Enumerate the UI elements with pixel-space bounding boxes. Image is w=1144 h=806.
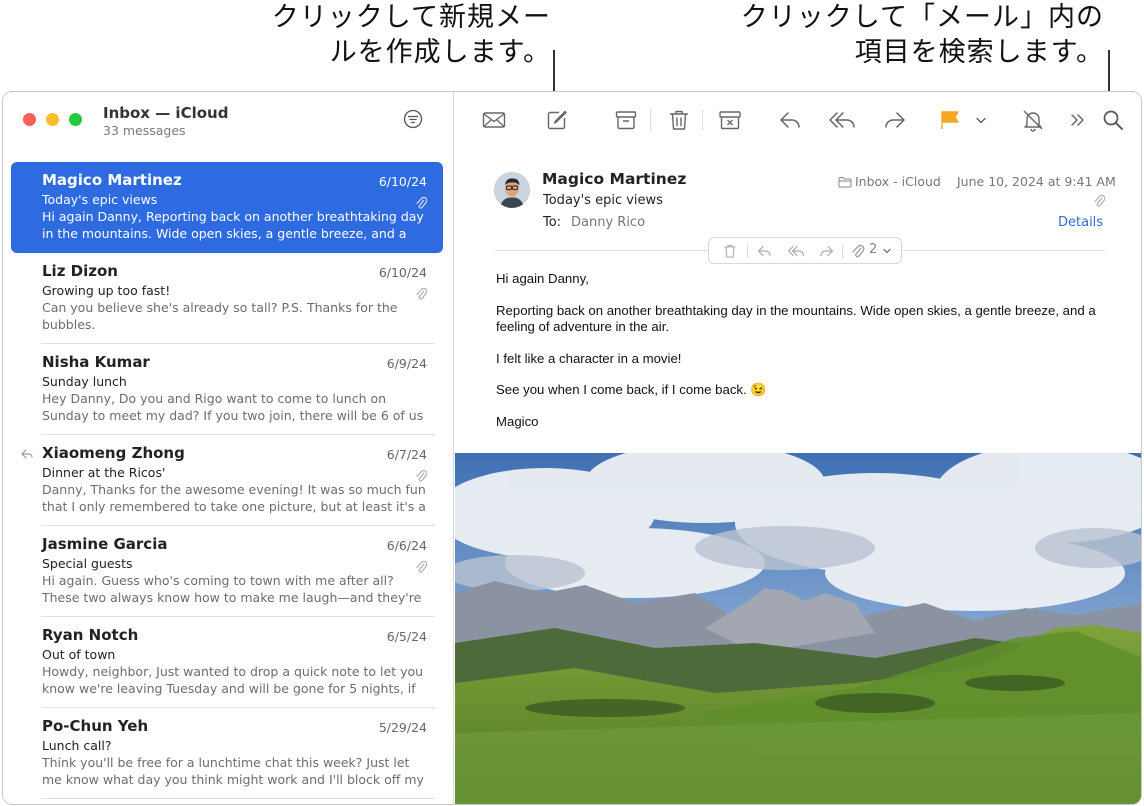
body-paragraph: See you when I come back, if I come back… [496,382,767,397]
callout-new-message-line2: ルを作成します。 [329,37,551,68]
body-paragraph: I felt like a character in a movie! [496,350,682,366]
mute-icon[interactable] [1020,108,1046,132]
replied-icon [21,449,33,459]
callout-new-message: クリックして新規メー ルを作成します。 [231,0,551,70]
callout-new-message-line1: クリックして新規メー [271,2,551,33]
message-subject: Lunch call? [42,738,112,753]
callout-search: クリックして「メール」内の 項目を検索します。 [704,0,1104,70]
forward-icon[interactable] [882,108,908,132]
filter-icon[interactable] [403,109,423,129]
paperclip-icon [416,196,427,209]
forward-icon[interactable] [819,243,835,259]
message-viewer: Magico Martinez Today's epic views To: D… [455,92,1141,804]
list-item[interactable]: Jasmine Garcia 6/6/24 Special guests Hi … [11,526,443,617]
message-from[interactable]: Magico Martinez [542,170,686,188]
body-signature: Magico [496,413,539,429]
reply-all-icon[interactable] [787,243,805,259]
message-date: 6/10/24 [378,174,427,189]
paperclip-icon[interactable] [850,243,866,259]
message-subject: Today's epic views [42,192,158,207]
message-preview: Hi again. Guess who's coming to town wit… [42,573,422,605]
message-sender: Nisha Kumar [42,353,150,371]
sender-avatar [494,172,530,208]
message-preview: Hey Danny, Do you and Rigo want to come … [42,391,424,423]
message-count: 33 messages [103,123,186,138]
message-date-header: June 10, 2024 at 9:41 AM [957,174,1116,189]
zoom-window-button[interactable] [69,113,82,126]
list-item[interactable]: Liz Dizon 6/10/24 Growing up too fast! C… [11,253,443,344]
message-date: 6/9/24 [386,356,427,371]
junk-icon[interactable] [717,108,743,132]
attachment-count[interactable]: 2 [869,242,877,257]
trash-icon[interactable] [666,108,692,132]
reply-icon[interactable] [777,108,803,132]
list-item[interactable]: Magico Martinez 6/10/24 Today's epic vie… [11,162,443,253]
message-date: 6/10/24 [378,265,427,280]
message-subject: Dinner at the Ricos' [42,465,166,480]
reply-icon[interactable] [756,243,772,259]
message-date: 5/29/24 [378,720,427,735]
message-preview: Danny, Thanks for the awesome evening! I… [42,482,426,514]
message-subject: Special guests [42,556,133,571]
message-subject: Out of town [42,647,116,662]
body-paragraph: Reporting back on another breathtaking d… [496,302,1096,335]
message-recipient[interactable]: Danny Rico [571,215,645,230]
callout-search-line1: クリックして「メール」内の [740,2,1104,33]
folder-icon [838,177,852,188]
trash-icon[interactable] [722,243,738,259]
paperclip-icon [416,560,427,573]
attached-photo[interactable] [455,453,1141,804]
message-sender: Xiaomeng Zhong [42,444,185,462]
search-icon[interactable] [1100,108,1126,132]
close-window-button[interactable] [23,113,36,126]
chevron-down-icon[interactable] [973,108,989,132]
list-item[interactable]: Xiaomeng Zhong 6/7/24 Dinner at the Rico… [11,435,443,526]
message-date: 6/5/24 [386,629,427,644]
list-item[interactable]: Nisha Kumar 6/9/24 Sunday lunch Hey Dann… [11,344,443,435]
message-subject: Growing up too fast! [42,283,171,298]
list-item[interactable]: Ryan Notch 6/5/24 Out of town Howdy, nei… [11,617,443,708]
message-mailbox: Inbox - iCloud [855,174,941,189]
message-date: 6/6/24 [386,538,427,553]
message-sender: Jasmine Garcia [42,535,168,553]
chevron-down-icon[interactable] [882,246,892,256]
message-list: Magico Martinez 6/10/24 Today's epic vie… [11,162,443,799]
list-item[interactable]: Po-Chun Yeh 5/29/24 Lunch call? Think yo… [11,708,443,799]
minimize-window-button[interactable] [46,113,59,126]
mailbox-title: Inbox — iCloud [103,104,229,122]
details-link[interactable]: Details [1058,215,1103,230]
message-sender: Ryan Notch [42,626,139,644]
message-subject: Sunday lunch [42,374,127,389]
mail-window: Inbox — iCloud 33 messages Magico Martin… [2,91,1142,805]
message-body: Hi again Danny, Reporting back on anothe… [496,271,1126,445]
paperclip-icon [416,469,427,482]
compose-icon[interactable] [544,108,570,132]
flag-icon[interactable] [937,108,963,132]
message-preview: Howdy, neighbor, Just wanted to drop a q… [42,664,424,696]
message-list-pane: Inbox — iCloud 33 messages Magico Martin… [3,92,454,804]
message-preview: Hi again Danny, Reporting back on anothe… [42,209,424,241]
paperclip-icon [1094,194,1105,207]
more-icon[interactable] [1065,108,1091,132]
message-preview: Think you'll be free for a lunchtime cha… [42,755,424,787]
message-subject-header: Today's epic views [543,193,663,208]
body-greeting: Hi again Danny, [496,271,589,286]
envelope-icon[interactable] [481,108,507,132]
reply-all-icon[interactable] [828,108,858,132]
inline-action-bar: 2 [708,237,902,264]
callout-search-line2: 項目を検索します。 [854,37,1104,68]
message-date: 6/7/24 [386,447,427,462]
message-preview: Can you believe she's already so tall? P… [42,300,398,332]
paperclip-icon [416,287,427,300]
archive-icon[interactable] [613,108,639,132]
to-label: To: [543,215,562,230]
